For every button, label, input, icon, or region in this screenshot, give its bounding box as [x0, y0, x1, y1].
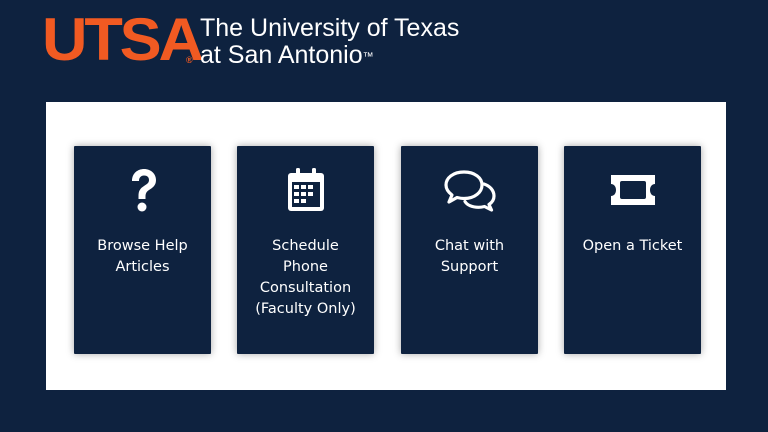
university-name-line2: at San Antonio™: [200, 42, 459, 69]
ticket-icon: [564, 166, 701, 214]
utsa-logo[interactable]: UTSA: [42, 10, 204, 70]
university-name-line1: The University of Texas: [200, 14, 460, 42]
header: UTSA ® The University of Texas at San An…: [0, 0, 768, 100]
chat-with-support-label: Chat with Support: [434, 238, 505, 275]
chat-with-support-card[interactable]: Chat with Support: [401, 146, 538, 354]
schedule-phone-consultation-card[interactable]: Schedule Phone Consultation (Faculty Onl…: [237, 146, 374, 354]
browse-help-articles-card[interactable]: Browse Help Articles: [74, 146, 211, 354]
question-mark-icon: [74, 166, 211, 214]
open-a-ticket-card[interactable]: Open a Ticket: [564, 146, 701, 354]
chat-bubbles-icon: [401, 166, 538, 214]
university-name-line2-text: at San Antonio: [200, 41, 363, 69]
schedule-phone-consultation-label: Schedule Phone Consultation (Faculty Onl…: [255, 238, 356, 317]
support-options-panel: Browse Help Articles Schedule Phone Cons…: [46, 102, 726, 390]
registered-mark: ®: [186, 55, 193, 65]
open-a-ticket-label: Open a Ticket: [582, 238, 683, 254]
university-name: The University of Texas at San Antonio™: [200, 15, 459, 69]
browse-help-articles-label: Browse Help Articles: [97, 238, 188, 275]
trademark-mark: ™: [362, 51, 374, 63]
calendar-icon: [237, 166, 374, 214]
